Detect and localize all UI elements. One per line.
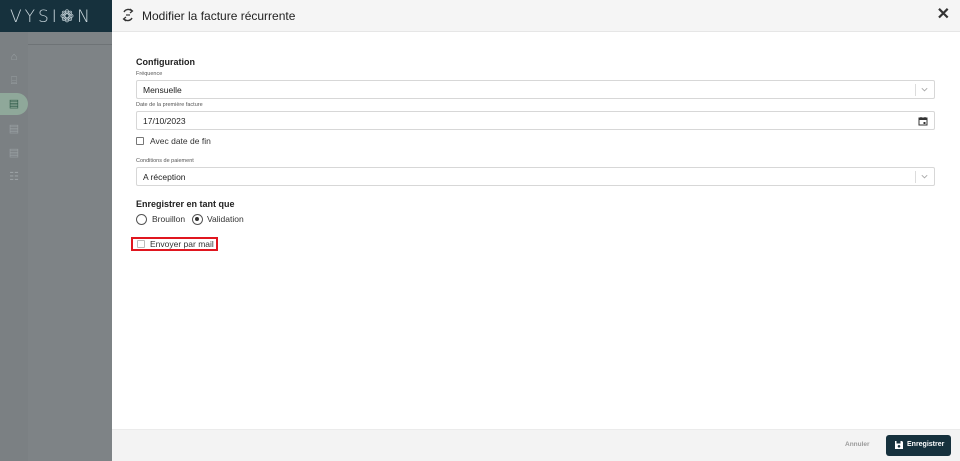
sidebar-team-icon[interactable]: ☷ bbox=[7, 170, 21, 184]
end-date-label: Avec date de fin bbox=[150, 136, 211, 146]
sidebar-invoice-icon[interactable]: ▤ bbox=[0, 93, 28, 115]
first-invoice-date-value: 17/10/2023 bbox=[143, 116, 186, 126]
radio-validation[interactable] bbox=[192, 214, 203, 225]
frequence-label: Fréquence bbox=[136, 71, 163, 77]
payment-conditions-label: Conditions de paiement bbox=[136, 158, 194, 164]
save-button-label: Enregistrer bbox=[907, 441, 945, 448]
chevron-down-icon[interactable] bbox=[920, 85, 929, 94]
chevron-down-icon[interactable] bbox=[920, 172, 929, 181]
save-as-title: Enregistrer en tant que bbox=[136, 199, 235, 209]
content-divider bbox=[28, 44, 112, 45]
payment-conditions-value: A réception bbox=[143, 172, 186, 182]
radio-brouillon[interactable] bbox=[136, 214, 147, 225]
calendar-icon[interactable] bbox=[918, 116, 928, 126]
app-content-area bbox=[28, 32, 112, 461]
sidebar-home-icon[interactable]: ⌂ bbox=[7, 50, 21, 64]
modal-header: Modifier la facture récurrente ✕ bbox=[112, 0, 960, 32]
modal-footer: Annuler Enregistrer bbox=[112, 429, 960, 461]
configuration-title: Configuration bbox=[136, 57, 195, 67]
select-separator bbox=[915, 171, 916, 183]
modal-title: Modifier la facture récurrente bbox=[142, 9, 296, 23]
floppy-disk-icon bbox=[895, 441, 903, 449]
radio-validation-label[interactable]: Validation bbox=[207, 214, 244, 224]
sidebar-bank-icon[interactable]: ⌸ bbox=[7, 74, 21, 88]
cancel-button[interactable]: Annuler bbox=[845, 441, 870, 448]
save-button[interactable]: Enregistrer bbox=[886, 435, 951, 456]
end-date-checkbox[interactable] bbox=[136, 137, 144, 145]
frequence-select[interactable]: Mensuelle bbox=[136, 80, 935, 99]
recurring-invoice-modal: Modifier la facture récurrente ✕ Configu… bbox=[112, 0, 960, 461]
close-button[interactable]: ✕ bbox=[937, 7, 950, 23]
frequence-value: Mensuelle bbox=[143, 85, 182, 95]
select-separator bbox=[915, 84, 916, 96]
modal-body: Configuration Fréquence Mensuelle Date d… bbox=[112, 32, 960, 429]
highlight-annotation bbox=[131, 237, 218, 251]
first-invoice-date-input[interactable]: 17/10/2023 bbox=[136, 111, 935, 130]
sidebar-invoice-edit-icon[interactable]: ▤ bbox=[7, 122, 21, 136]
sidebar-document-icon[interactable]: ▤ bbox=[7, 146, 21, 160]
recurring-icon bbox=[122, 8, 134, 22]
vysion-logo: VYSI❁N bbox=[10, 7, 93, 27]
sidebar: ⌂ ⌸ ▤ ▤ ▤ ☷ bbox=[0, 32, 28, 461]
first-invoice-date-label: Date de la première facture bbox=[136, 102, 203, 108]
payment-conditions-select[interactable]: A réception bbox=[136, 167, 935, 186]
radio-brouillon-label[interactable]: Brouillon bbox=[152, 214, 185, 224]
